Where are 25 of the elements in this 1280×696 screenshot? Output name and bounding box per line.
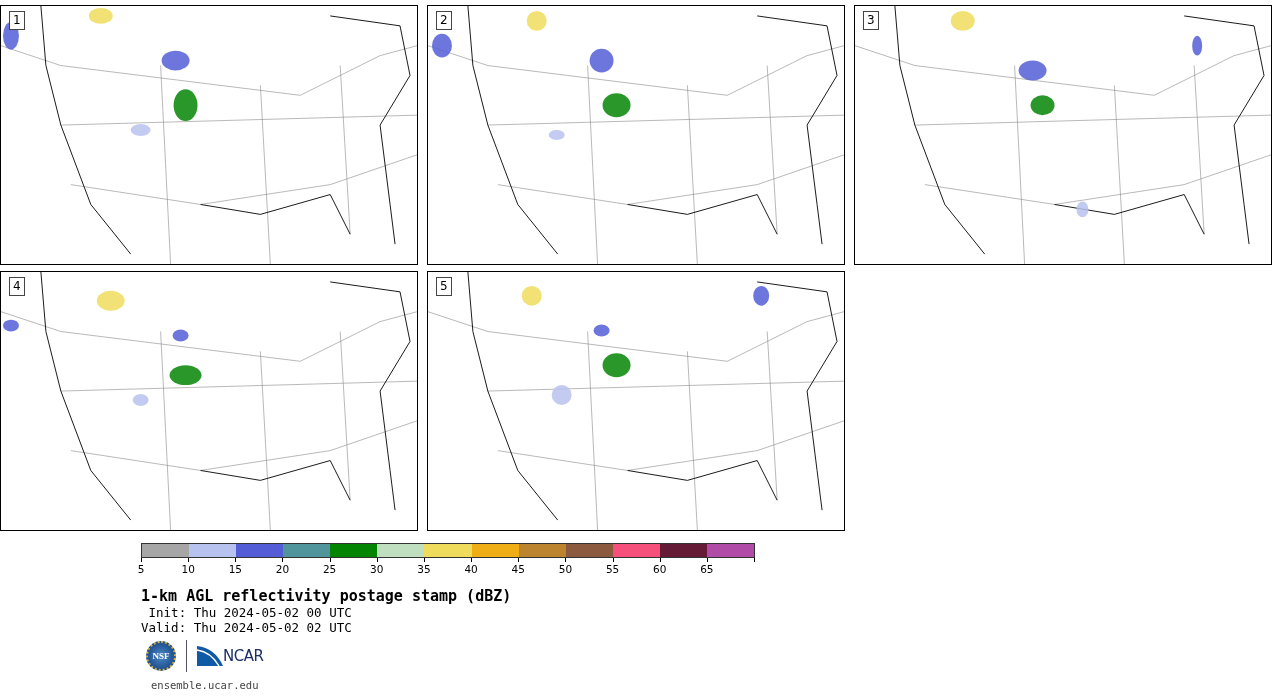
swoosh-icon: [197, 646, 223, 666]
colorbar-tick-label: 5: [137, 563, 145, 575]
globe-logo: NSF: [146, 641, 176, 671]
colorbar-tick-label: 10: [181, 563, 195, 575]
valid-time: Valid: Thu 2024-05-02 02 UTC: [141, 620, 353, 635]
colorbar-tick-label: 50: [558, 563, 573, 575]
website-url: ensemble.ucar.edu: [151, 679, 260, 691]
panel-number: 5: [436, 277, 452, 296]
panel-number: 1: [9, 11, 25, 30]
colorbar-tick-label: 35: [417, 563, 431, 575]
colorbar-tick-label: 55: [605, 563, 620, 575]
colorbar-tick-label: 25: [322, 563, 337, 575]
colorbar-tick-label: 15: [228, 563, 242, 575]
colorbar-tick-label: 45: [511, 563, 525, 575]
colorbar-tick-label: 65: [700, 563, 714, 575]
chart-title: 1-km AGL reflectivity postage stamp (dBZ): [141, 587, 513, 605]
panel-number: 2: [436, 11, 452, 30]
init-time: Init: Thu 2024-05-02 00 UTC: [147, 605, 353, 620]
panel-number: 3: [863, 11, 879, 30]
colorbar-tick-label: 30: [370, 563, 384, 575]
panel-number: 4: [9, 277, 25, 296]
colorbar-tick-label: 20: [275, 563, 290, 575]
logo-text: NCAR: [223, 647, 264, 665]
colorbar-tick-label: 60: [653, 563, 667, 575]
colorbar-tick-label: 40: [464, 563, 478, 575]
